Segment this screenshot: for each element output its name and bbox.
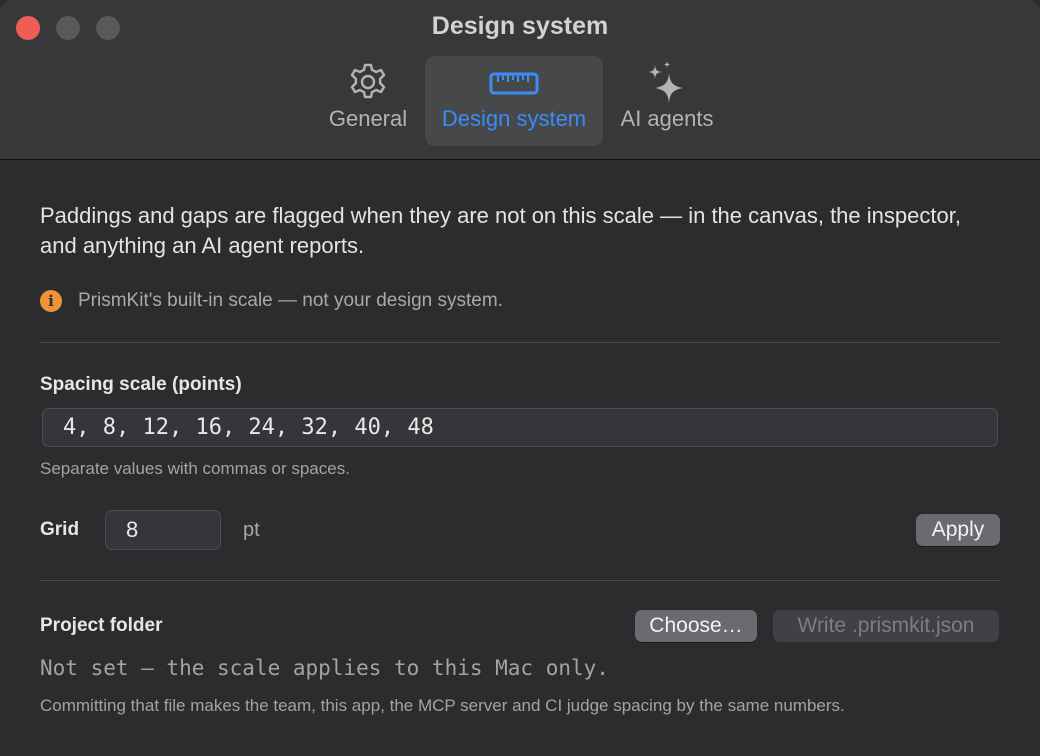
- spacing-scale-label: Spacing scale (points): [40, 374, 242, 395]
- project-folder-status: Not set — the scale applies to this Mac …: [40, 656, 609, 680]
- write-config-button[interactable]: Write .prismkit.json: [773, 610, 999, 642]
- window-title: Design system: [431, 12, 609, 40]
- toolbar: Design system General Design system AI a…: [0, 0, 1040, 160]
- grid-field[interactable]: 8: [105, 510, 221, 550]
- info-icon: i: [40, 290, 62, 312]
- apply-button[interactable]: Apply: [916, 514, 1000, 546]
- notice-text: PrismKit's built-in scale — not your des…: [78, 290, 503, 311]
- grid-unit-label: pt: [243, 519, 260, 541]
- divider: [40, 342, 1000, 343]
- tab-general-label: General: [328, 106, 408, 131]
- intro-text: Paddings and gaps are flagged when they …: [40, 203, 961, 258]
- tab-design-system[interactable]: Design system: [425, 56, 603, 146]
- spacing-scale-field[interactable]: 4, 8, 12, 16, 24, 32, 40, 48: [42, 408, 998, 447]
- sparkles-icon: [645, 56, 689, 106]
- tab-ai-agents-label: AI agents: [620, 106, 714, 131]
- preferences-window: Design system General Design system AI a…: [0, 0, 1040, 756]
- divider: [40, 580, 1000, 581]
- builtin-scale-notice: i PrismKit's built-in scale — not your d…: [40, 288, 503, 314]
- ruler-icon: [489, 56, 539, 106]
- tab-general[interactable]: General: [322, 56, 414, 146]
- project-folder-label: Project folder: [40, 615, 163, 636]
- grid-label: Grid: [40, 519, 80, 540]
- tab-ai-agents[interactable]: AI agents: [612, 56, 722, 146]
- project-folder-hint: Committing that file makes the team, thi…: [40, 696, 845, 715]
- choose-folder-button[interactable]: Choose…: [635, 610, 757, 642]
- spacing-scale-hint: Separate values with commas or spaces.: [40, 459, 350, 478]
- gear-icon: [346, 56, 390, 106]
- tab-design-system-label: Design system: [441, 106, 587, 131]
